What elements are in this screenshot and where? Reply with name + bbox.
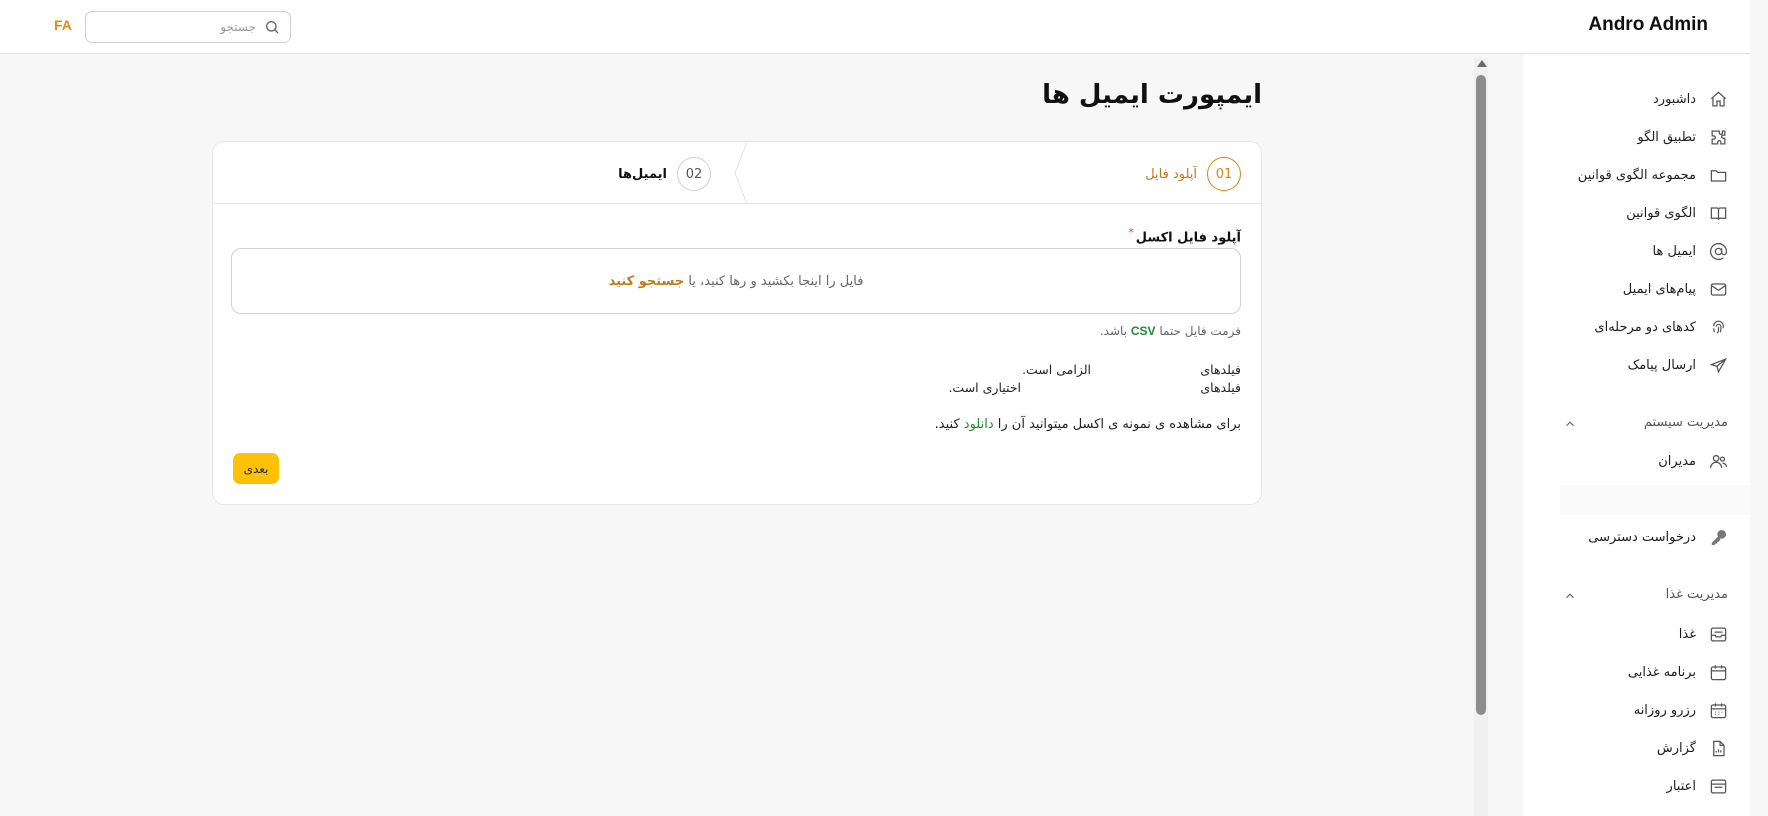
import-card: 01 آپلود فایل 02 ایمیل‌ها آپلود فایل اکس…	[212, 141, 1262, 505]
required-mark: *	[1128, 226, 1134, 239]
fields-value: اختیاری است.	[948, 380, 1021, 395]
step-number: 01	[1207, 157, 1241, 191]
sidebar-item-daily-reservation[interactable]: رزرو روزانه	[1523, 691, 1750, 729]
step-label: آپلود فایل	[1145, 166, 1197, 182]
send-icon	[1708, 355, 1728, 375]
sidebar-item-meal-plan[interactable]: برنامه غذایی	[1523, 653, 1750, 691]
sidebar-item-dashboard[interactable]: داشبورد	[1523, 80, 1750, 118]
download-link[interactable]: دانلود	[964, 417, 994, 432]
language-switch[interactable]: FA	[54, 17, 72, 33]
upload-field-label: آپلود فایل اکسل*	[1128, 226, 1241, 245]
search-box[interactable]	[85, 11, 291, 43]
inbox-icon	[1708, 624, 1728, 644]
folder-icon	[1708, 165, 1728, 185]
users-icon	[1708, 451, 1728, 471]
key-icon	[1708, 527, 1728, 547]
sidebar-item-label: غذا	[1678, 626, 1696, 642]
browse-link[interactable]: جستجو کنید	[609, 274, 685, 289]
sidebar-item-label: ایمیل ها	[1652, 243, 1696, 259]
step-divider	[734, 142, 748, 204]
calendar-grid-icon	[1708, 700, 1728, 720]
scrollbar-thumb[interactable]	[1476, 75, 1486, 715]
format-hint: فرمت فایل حتما CSV باشد.	[1100, 324, 1241, 338]
stepper: 01 آپلود فایل 02 ایمیل‌ها	[213, 142, 1261, 204]
format-suffix: باشد.	[1099, 324, 1131, 338]
sidebar-item-pattern-match[interactable]: تطبیق الگو	[1523, 118, 1750, 156]
sidebar-item-label: برنامه غذایی	[1627, 664, 1696, 680]
top-header: Andro Admin FA	[0, 0, 1750, 54]
sidebar-item-food[interactable]: غذا	[1523, 615, 1750, 653]
step-number: 02	[677, 157, 711, 191]
format-prefix: فرمت فایل حتما	[1155, 324, 1241, 338]
sidebar-item-label: کدهای دو مرحله‌ای	[1594, 319, 1696, 335]
section-food-management[interactable]: مدیریت غذا	[1523, 581, 1750, 611]
chevron-up-icon[interactable]	[1563, 589, 1577, 603]
mail-icon	[1708, 279, 1728, 299]
sidebar-item-access-request[interactable]: درخواست دسترسی	[1523, 518, 1750, 556]
format-value: CSV	[1130, 324, 1156, 338]
wallet-icon	[1708, 776, 1728, 796]
search-icon	[266, 21, 279, 34]
sidebar-item-label: پیام‌های ایمیل	[1622, 281, 1696, 297]
sidebar-item-label: تطبیق الگو	[1637, 129, 1696, 145]
at-icon	[1708, 241, 1728, 261]
sidebar-item-two-factor-codes[interactable]: کدهای دو مرحله‌ای	[1523, 308, 1750, 346]
sidebar-item-label: گزارش	[1656, 740, 1696, 756]
sample-suffix: کنید.	[934, 417, 964, 432]
sidebar-item-report[interactable]: گزارش	[1523, 729, 1750, 767]
sidebar-item-emails[interactable]: ایمیل ها	[1523, 232, 1750, 270]
section-title-label: مدیریت غذا	[1665, 587, 1728, 602]
home-icon	[1708, 89, 1728, 109]
fingerprint-icon	[1708, 317, 1728, 337]
sidebar-item-email-messages[interactable]: پیام‌های ایمیل	[1523, 270, 1750, 308]
page-title: ایمپورت ایمیل ها	[1042, 80, 1262, 110]
sidebar-item-rule-patterns[interactable]: الگوی قوانین	[1523, 194, 1750, 232]
sidebar-item-label: رزرو روزانه	[1633, 702, 1696, 718]
scroll-up-arrow[interactable]	[1477, 60, 1487, 67]
report-icon	[1708, 738, 1728, 758]
sidebar-item-managers[interactable]: مدیران	[1523, 442, 1750, 480]
sidebar: داشبورد تطبیق الگو مجموعه الگوی قوانین ا…	[1523, 55, 1750, 816]
step-label: ایمیل‌ها	[618, 166, 667, 182]
sidebar-item-rule-pattern-sets[interactable]: مجموعه الگوی قوانین	[1523, 156, 1750, 194]
sidebar-item-send-sms[interactable]: ارسال پیامک	[1523, 346, 1750, 384]
upload-label-text: آپلود فایل اکسل	[1135, 230, 1241, 246]
sample-prefix: برای مشاهده ی نمونه ی اکسل میتوانید آن ر…	[993, 417, 1241, 432]
dropzone-text: فایل را اینجا بکشید و رها کنید، یا	[688, 273, 864, 289]
required-fields-line: فیلدهای الزامی است.	[941, 362, 1241, 380]
brand-title[interactable]: Andro Admin	[1588, 14, 1708, 36]
section-system-management[interactable]: مدیریت سیستم	[1523, 409, 1750, 439]
next-button[interactable]: بعدی	[233, 453, 279, 484]
sidebar-item-label: ارسال پیامک	[1627, 357, 1696, 373]
file-dropzone[interactable]: فایل را اینجا بکشید و رها کنید، یا جستجو…	[231, 248, 1241, 314]
sidebar-item-label: الگوی قوانین	[1626, 205, 1696, 221]
sidebar-item-label: مدیران	[1658, 453, 1696, 469]
fields-key: فیلدهای	[1200, 362, 1241, 377]
book-icon	[1708, 203, 1728, 223]
sidebar-item-credit[interactable]: اعتبار	[1523, 767, 1750, 805]
puzzle-icon	[1708, 127, 1728, 147]
chevron-up-icon[interactable]	[1563, 417, 1577, 431]
optional-fields-line: فیلدهای اختیاری است.	[941, 380, 1241, 398]
fields-key: فیلدهای	[1200, 380, 1241, 395]
section-title-label: مدیریت سیستم	[1643, 415, 1728, 430]
sample-download-line: برای مشاهده ی نمونه ی اکسل میتوانید آن ر…	[935, 417, 1241, 432]
sidebar-item-label: مجموعه الگوی قوانین	[1577, 167, 1696, 183]
sidebar-item-label: اعتبار	[1666, 778, 1696, 794]
calendar-icon	[1708, 662, 1728, 682]
search-input[interactable]	[86, 20, 290, 34]
sidebar-item-label: درخواست دسترسی	[1588, 529, 1696, 545]
step-upload-file[interactable]: 01 آپلود فایل	[1145, 157, 1241, 191]
sidebar-item-label: داشبورد	[1653, 91, 1696, 107]
step-emails[interactable]: 02 ایمیل‌ها	[618, 157, 711, 191]
sidebar-item-blank[interactable]	[1560, 485, 1750, 515]
fields-value: الزامی است.	[1022, 362, 1091, 377]
